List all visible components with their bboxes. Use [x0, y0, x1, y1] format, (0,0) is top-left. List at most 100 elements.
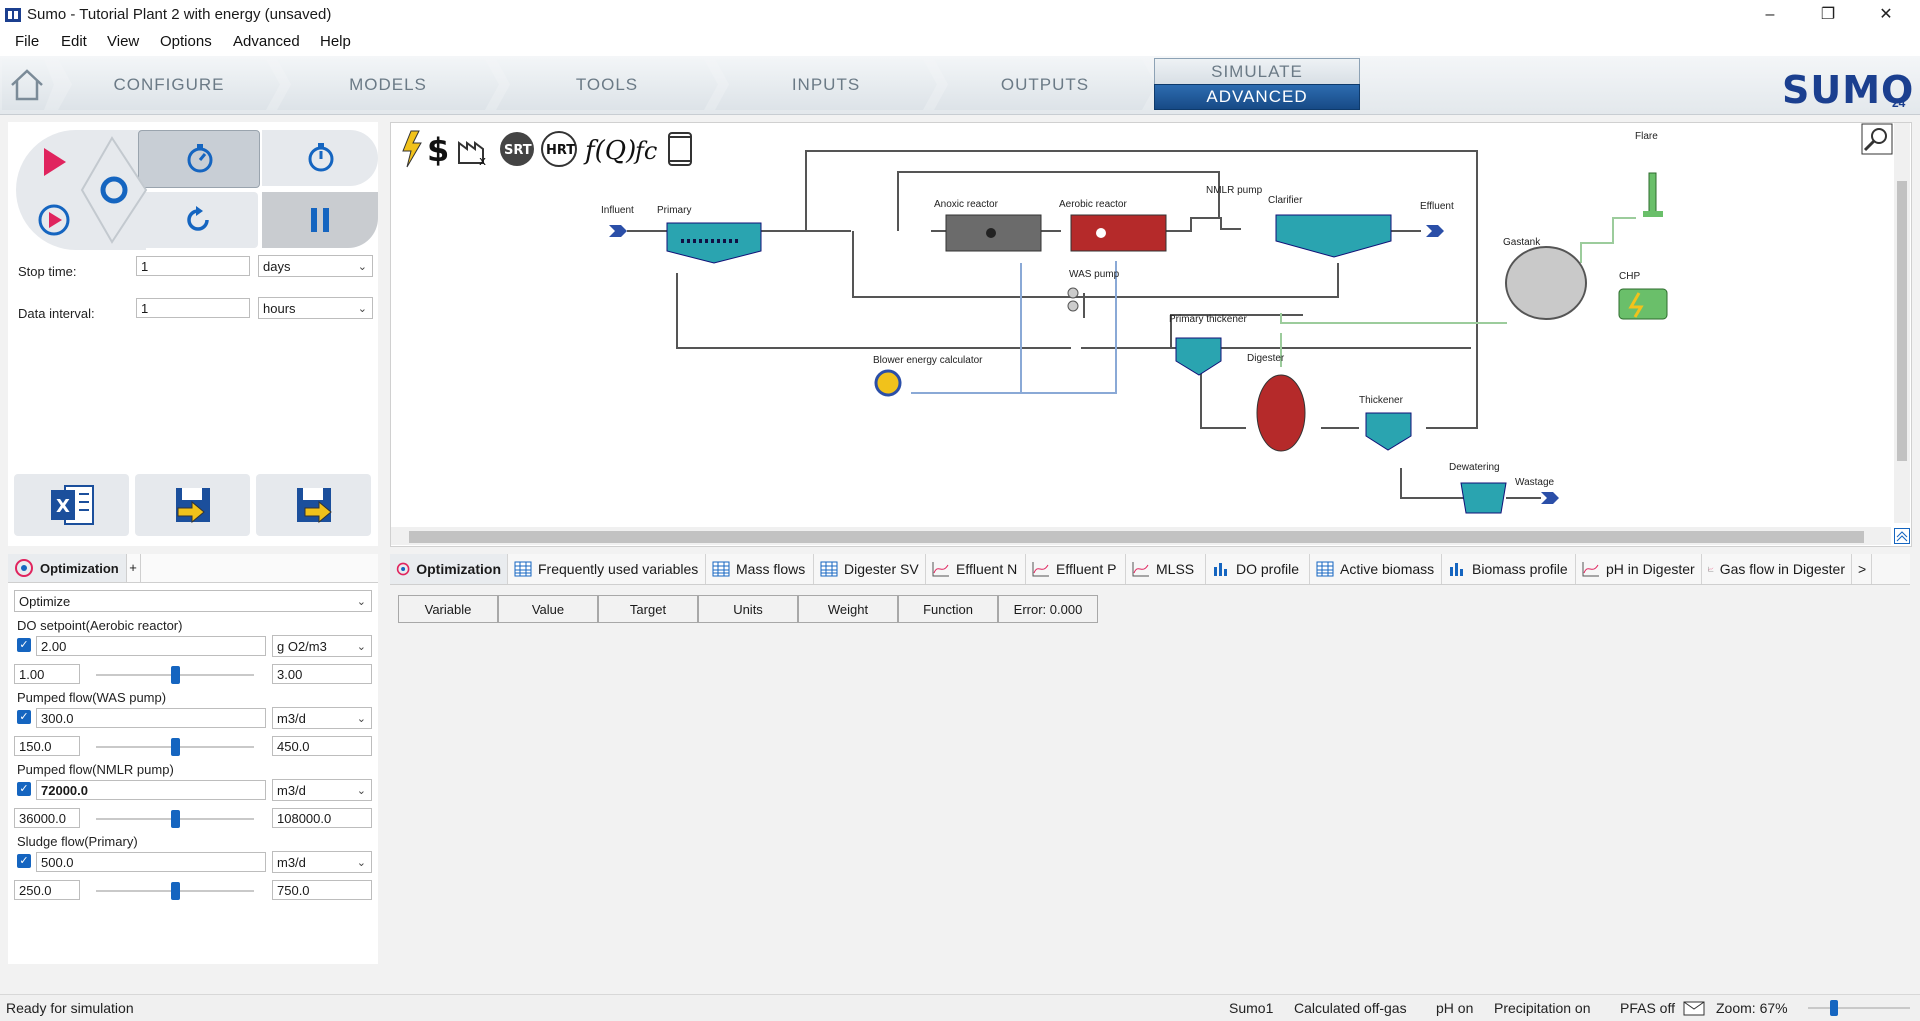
status-pfas[interactable]: PFAS off: [1620, 1000, 1675, 1016]
parameter-slider[interactable]: [96, 738, 254, 756]
table-header-cell[interactable]: Value: [498, 595, 598, 623]
wastage-unit[interactable]: [1541, 492, 1559, 504]
diamond-control[interactable]: [78, 136, 148, 244]
dewatering-unit[interactable]: [1460, 482, 1507, 514]
optimization-tab[interactable]: Optimization: [8, 554, 127, 582]
output-tab[interactable]: MLSS: [1126, 554, 1206, 584]
vertical-scroll-thumb[interactable]: [1897, 181, 1907, 461]
play-button[interactable]: [34, 142, 74, 185]
gastank-unit[interactable]: [1505, 246, 1587, 320]
tab-configure[interactable]: CONFIGURE: [58, 59, 280, 110]
flare-unit[interactable]: [1643, 172, 1663, 217]
parameter-value-input[interactable]: 500.0: [36, 852, 266, 872]
tab-outputs[interactable]: OUTPUTS: [934, 59, 1156, 110]
thickener-unit[interactable]: [1365, 412, 1412, 451]
parameter-value-input[interactable]: 2.00: [36, 636, 266, 656]
blower-unit[interactable]: [874, 369, 902, 397]
output-tab[interactable]: Gas flow in Digester: [1702, 554, 1852, 584]
influent-unit[interactable]: [609, 225, 627, 237]
output-tab[interactable]: Active biomass: [1310, 554, 1442, 584]
status-precipitation[interactable]: Precipitation on: [1494, 1000, 1591, 1016]
parameter-value-input[interactable]: 300.0: [36, 708, 266, 728]
tab-inputs[interactable]: INPUTS: [715, 59, 937, 110]
output-tab[interactable]: Effluent N: [926, 554, 1026, 584]
parameter-slider[interactable]: [96, 810, 254, 828]
parameter-max-input[interactable]: 3.00: [272, 664, 372, 684]
pause-button[interactable]: [262, 192, 378, 248]
data-interval-input[interactable]: 1: [136, 298, 250, 318]
restore-button[interactable]: ❐: [1800, 0, 1856, 30]
was-pump-unit[interactable]: [1067, 287, 1079, 312]
parameter-min-input[interactable]: 250.0: [14, 880, 80, 900]
parameter-max-input[interactable]: 750.0: [272, 880, 372, 900]
table-header-cell[interactable]: Weight: [798, 595, 898, 623]
clarifier-unit[interactable]: [1275, 214, 1392, 258]
parameter-max-input[interactable]: 450.0: [272, 736, 372, 756]
output-tab[interactable]: pH in Digester: [1576, 554, 1702, 584]
diagram-horizontal-scrollbar[interactable]: [391, 527, 1891, 545]
chp-unit[interactable]: [1618, 288, 1668, 320]
parameter-value-input[interactable]: 72000.0: [36, 780, 266, 800]
parameter-min-input[interactable]: 150.0: [14, 736, 80, 756]
parameter-unit-select[interactable]: m3/d ⌄: [272, 779, 372, 801]
parameter-slider[interactable]: [96, 666, 254, 684]
digester-unit[interactable]: [1256, 374, 1306, 452]
export-excel-button[interactable]: X: [14, 474, 129, 536]
table-header-cell[interactable]: Units: [698, 595, 798, 623]
parameter-min-input[interactable]: 1.00: [14, 664, 80, 684]
output-tab[interactable]: Optimization: [390, 554, 508, 584]
horizontal-scroll-thumb[interactable]: [409, 531, 1864, 543]
aerobic-reactor-unit[interactable]: [1070, 214, 1167, 252]
add-tab-button[interactable]: +: [126, 554, 141, 582]
optimize-mode-select[interactable]: Optimize ⌄: [14, 590, 372, 612]
more-tabs-button[interactable]: >: [1852, 554, 1872, 584]
anoxic-reactor-unit[interactable]: [945, 214, 1042, 252]
load-state-button[interactable]: [135, 474, 250, 536]
parameter-slider-thumb[interactable]: [171, 882, 180, 900]
zoom-slider[interactable]: [1808, 1000, 1910, 1016]
menu-view[interactable]: View: [107, 33, 139, 50]
home-button[interactable]: [2, 59, 54, 110]
zoom-slider-thumb[interactable]: [1830, 1000, 1838, 1016]
parameter-slider-thumb[interactable]: [171, 810, 180, 828]
menu-help[interactable]: Help: [320, 33, 351, 50]
effluent-unit[interactable]: [1426, 225, 1444, 237]
parameter-checkbox[interactable]: ✓: [17, 782, 31, 796]
output-tab[interactable]: Effluent P: [1026, 554, 1126, 584]
menu-advanced[interactable]: Advanced: [233, 33, 300, 50]
output-tab[interactable]: Digester SV: [814, 554, 926, 584]
status-ph[interactable]: pH on: [1436, 1000, 1473, 1016]
output-tab[interactable]: Frequently used variables: [508, 554, 706, 584]
tab-models[interactable]: MODELS: [277, 59, 499, 110]
parameter-unit-select[interactable]: m3/d ⌄: [272, 851, 372, 873]
save-state-button[interactable]: [256, 474, 371, 536]
parameter-slider-thumb[interactable]: [171, 738, 180, 756]
table-header-cell[interactable]: Function: [898, 595, 998, 623]
parameter-max-input[interactable]: 108000.0: [272, 808, 372, 828]
menu-edit[interactable]: Edit: [61, 33, 87, 50]
step-button[interactable]: [262, 130, 378, 186]
play-from-state-button[interactable]: [34, 200, 74, 243]
stop-time-unit-select[interactable]: days ⌄: [258, 255, 373, 277]
parameter-unit-select[interactable]: m3/d ⌄: [272, 707, 372, 729]
status-offgas[interactable]: Calculated off-gas: [1294, 1000, 1407, 1016]
collapse-up-icon[interactable]: [1894, 528, 1910, 544]
data-interval-unit-select[interactable]: hours ⌄: [258, 297, 373, 319]
parameter-checkbox[interactable]: ✓: [17, 638, 31, 652]
close-button[interactable]: ✕: [1858, 0, 1914, 30]
reset-button[interactable]: [138, 192, 258, 248]
timer-button[interactable]: [138, 130, 260, 188]
tab-tools[interactable]: TOOLS: [496, 59, 718, 110]
tab-simulate[interactable]: SIMULATE: [1154, 58, 1360, 85]
minimize-button[interactable]: –: [1742, 0, 1798, 30]
table-header-cell[interactable]: Target: [598, 595, 698, 623]
parameter-unit-select[interactable]: g O2/m3 ⌄: [272, 635, 372, 657]
stop-time-input[interactable]: 1: [136, 256, 250, 276]
tab-advanced[interactable]: ADVANCED: [1154, 84, 1360, 110]
parameter-checkbox[interactable]: ✓: [17, 854, 31, 868]
process-flow-diagram[interactable]: $ x SRT HRT f(Q) fc Influent Primary Ano…: [390, 122, 1912, 547]
table-header-cell[interactable]: Error: 0.000: [998, 595, 1098, 623]
output-tab[interactable]: Mass flows: [706, 554, 814, 584]
menu-file[interactable]: File: [15, 33, 39, 50]
parameter-min-input[interactable]: 36000.0: [14, 808, 80, 828]
